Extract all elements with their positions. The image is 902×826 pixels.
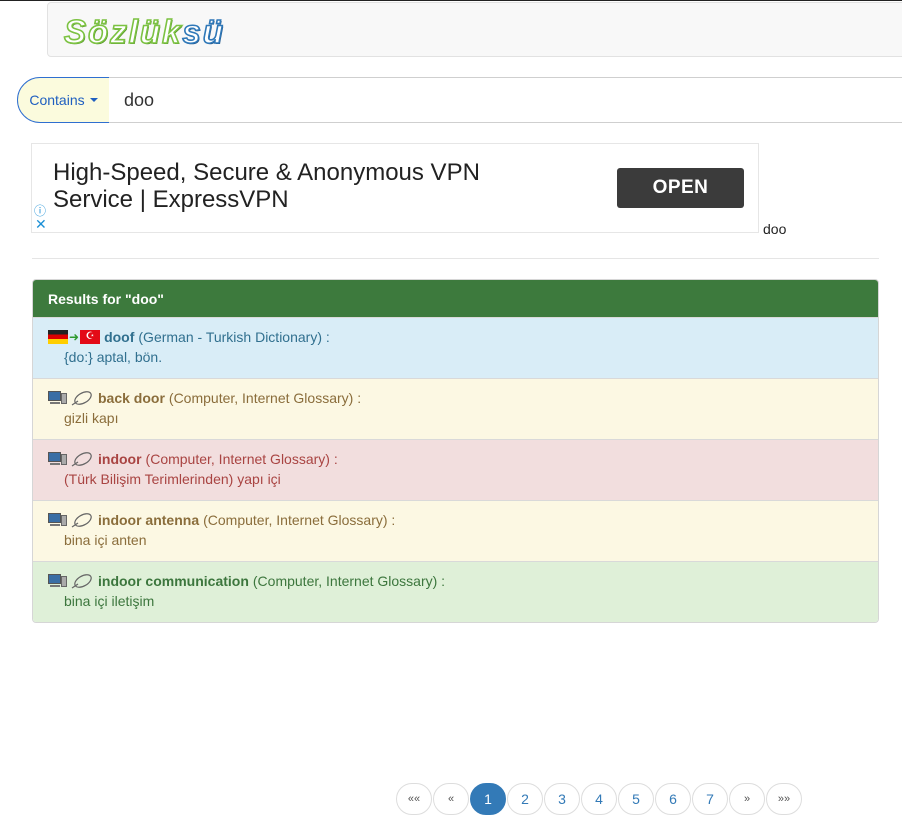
result-source: (Computer, Internet Glossary) : <box>168 390 362 406</box>
computer-icon <box>48 573 68 589</box>
logo-part-1: Sözlük <box>63 12 183 51</box>
result-term-link[interactable]: indoor communication <box>98 573 249 589</box>
logo-part-2: sü <box>182 12 225 51</box>
result-meaning: gizli kapı <box>64 410 119 426</box>
computer-glossary-icon <box>48 573 94 589</box>
ad-headline[interactable]: High-Speed, Secure & Anonymous VPN Servi… <box>53 159 573 213</box>
result-meaning: {do:} aptal, bön. <box>64 349 163 365</box>
page-button-3[interactable]: 3 <box>544 783 580 815</box>
search-input[interactable] <box>109 77 902 123</box>
site-header: Sözlüksü <box>47 2 902 57</box>
mouse-icon <box>71 391 92 406</box>
computer-glossary-icon <box>48 451 94 467</box>
result-meaning: bina içi anten <box>64 532 147 548</box>
result-term-link[interactable]: doof <box>104 329 134 345</box>
page-button-7[interactable]: 7 <box>692 783 728 815</box>
first-page-button[interactable]: «« <box>396 783 432 815</box>
result-term-link[interactable]: indoor antenna <box>98 512 199 528</box>
result-row: ➜ ☪ doof (German - Turkish Dictionary) :… <box>33 317 878 378</box>
result-term-link[interactable]: indoor <box>98 451 142 467</box>
mouse-icon <box>71 513 92 528</box>
german-flag-icon <box>48 330 68 344</box>
page-button-6[interactable]: 6 <box>655 783 691 815</box>
ad-close-icon[interactable]: ✕ <box>35 216 47 233</box>
next-page-button[interactable]: » <box>729 783 765 815</box>
prev-page-button[interactable]: « <box>433 783 469 815</box>
computer-glossary-icon <box>48 390 94 406</box>
page-button-4[interactable]: 4 <box>581 783 617 815</box>
computer-icon <box>48 451 68 467</box>
ad-headline-line-2: Service | ExpressVPN <box>53 186 289 213</box>
result-source: (Computer, Internet Glossary) : <box>252 573 446 589</box>
ad-headline-line-1: High-Speed, Secure & Anonymous VPN <box>53 159 480 186</box>
computer-icon <box>48 512 68 528</box>
result-source: (Computer, Internet Glossary) : <box>203 512 396 528</box>
result-term-link[interactable]: back door <box>98 390 165 406</box>
result-source: (Computer, Internet Glossary) : <box>145 451 338 467</box>
search-bar: Contains <box>17 77 902 123</box>
turkish-flag-icon: ☪ <box>80 330 101 344</box>
ad-open-button[interactable]: OPEN <box>617 168 744 208</box>
last-page-button[interactable]: »» <box>766 783 802 815</box>
results-panel: Results for "doo" ➜ ☪ doof (German - Tur… <box>32 279 879 623</box>
result-row: back door (Computer, Internet Glossary) … <box>33 378 878 439</box>
arrow-right-icon: ➜ <box>69 330 80 344</box>
page-button-1[interactable]: 1 <box>470 783 506 815</box>
result-meaning: (Türk Bilişim Terimlerinden) yapı içi <box>64 471 281 487</box>
de-tr-flags-icon: ➜ ☪ <box>48 330 101 344</box>
pagination: «« « 1 2 3 4 5 6 7 » »» <box>396 783 803 815</box>
results-title: Results for "doo" <box>33 280 878 317</box>
computer-icon <box>48 390 68 406</box>
result-row: indoor antenna (Computer, Internet Gloss… <box>33 500 878 561</box>
mouse-icon <box>71 574 92 589</box>
divider <box>32 258 879 259</box>
result-row: indoor (Computer, Internet Glossary) : (… <box>33 439 878 500</box>
chevron-down-icon <box>89 98 98 102</box>
computer-glossary-icon <box>48 512 94 528</box>
result-source: (German - Turkish Dictionary) : <box>138 329 330 345</box>
result-row: indoor communication (Computer, Internet… <box>33 561 878 622</box>
top-border <box>0 0 902 1</box>
ad-banner[interactable]: High-Speed, Secure & Anonymous VPN Servi… <box>31 143 759 233</box>
page-button-5[interactable]: 5 <box>618 783 654 815</box>
site-logo[interactable]: Sözlüksü <box>63 12 225 52</box>
result-meaning: bina içi iletişim <box>64 593 155 609</box>
searched-term-label: doo <box>763 221 787 237</box>
search-mode-dropdown[interactable]: Contains <box>17 77 110 123</box>
page-button-2[interactable]: 2 <box>507 783 543 815</box>
mouse-icon <box>71 452 92 467</box>
search-mode-label: Contains <box>29 92 85 108</box>
